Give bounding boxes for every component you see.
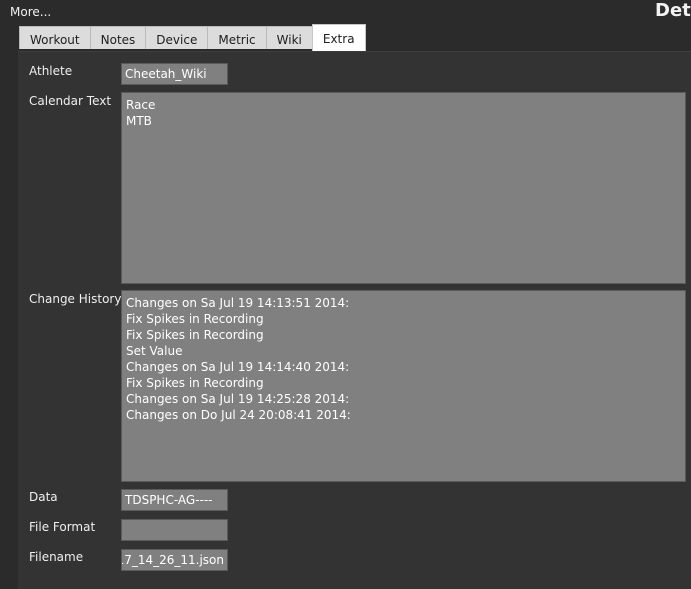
change-history-line: Changes on Do Jul 24 20:08:41 2014:: [126, 408, 351, 422]
tab-workout[interactable]: Workout: [19, 26, 91, 49]
change-history-line: Fix Spikes in Recording: [126, 376, 264, 390]
file-format-label: File Format: [29, 520, 96, 534]
change-history-line: Changes on Sa Jul 19 14:14:40 2014:: [126, 360, 350, 374]
filename-label: Filename: [29, 550, 84, 564]
calendar-text-label: Calendar Text: [29, 94, 112, 108]
filename-value: 17_14_26_11.json: [121, 553, 224, 567]
athlete-field[interactable]: Cheetah_Wiki: [121, 63, 228, 85]
change-history-line: Changes on Sa Jul 19 14:25:28 2014:: [126, 392, 350, 406]
tab-wiki[interactable]: Wiki: [265, 26, 313, 49]
tab-bar: Workout Notes Device Metric Wiki Extra: [19, 24, 366, 51]
tab-device[interactable]: Device: [145, 26, 209, 49]
calendar-text-area[interactable]: Race MTB: [121, 92, 686, 284]
filename-field[interactable]: 17_14_26_11.json: [121, 549, 228, 571]
change-history-line: Set Value: [126, 344, 183, 358]
change-history-line: Fix Spikes in Recording: [126, 328, 264, 342]
change-history-line: Changes on Sa Jul 19 14:13:51 2014:: [126, 296, 350, 310]
calendar-text-line: Race: [126, 98, 156, 112]
tab-extra[interactable]: Extra: [311, 24, 366, 51]
tab-notes[interactable]: Notes: [89, 26, 147, 49]
athlete-label: Athlete: [29, 64, 73, 78]
change-history-label: Change History: [29, 292, 122, 306]
data-label: Data: [29, 490, 58, 504]
change-history-line: Fix Spikes in Recording: [126, 312, 264, 326]
more-menu-link[interactable]: More...: [10, 5, 51, 19]
details-title: Deta: [655, 0, 691, 21]
ride-details-window: More... Deta Workout Notes Device Metric…: [0, 0, 691, 589]
data-field[interactable]: TDSPHC-AG----: [121, 489, 228, 511]
file-format-field[interactable]: [121, 519, 228, 541]
calendar-text-line: MTB: [126, 114, 152, 128]
tab-metric[interactable]: Metric: [207, 26, 267, 49]
change-history-area[interactable]: Changes on Sa Jul 19 14:13:51 2014: Fix …: [121, 290, 686, 482]
